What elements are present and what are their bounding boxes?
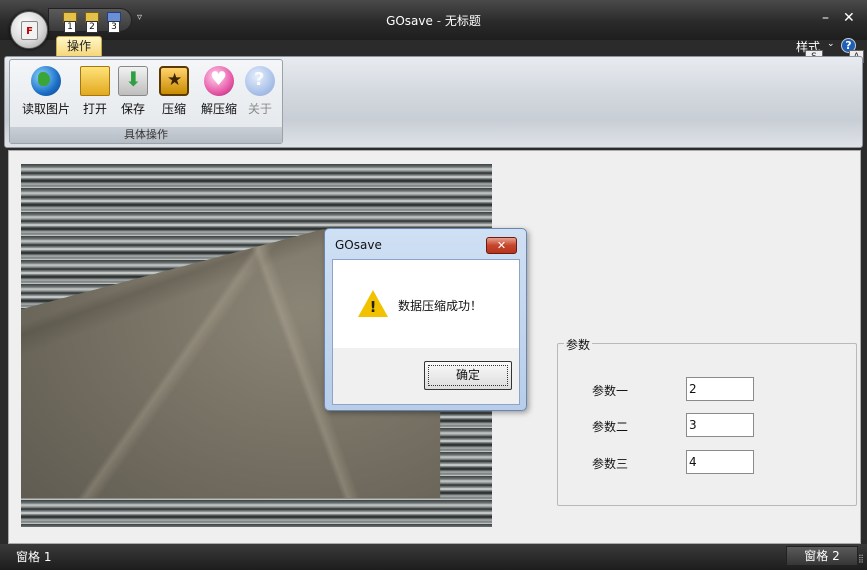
param-3-input[interactable]: [686, 450, 754, 474]
decompress-button[interactable]: 解压缩: [194, 64, 244, 122]
folder-open-icon: [80, 66, 110, 96]
close-window-button[interactable]: ✕: [843, 10, 855, 26]
compress-button[interactable]: 压缩: [155, 64, 193, 122]
status-pane-1: 窗格 1: [16, 550, 52, 564]
param-label: 参数二: [592, 420, 629, 434]
warning-glyph: !: [369, 298, 377, 316]
minimize-button[interactable]: –: [822, 10, 829, 26]
window-title: GOsave - 无标题: [0, 12, 867, 29]
params-groupbox: 参数 参数一 参数二 参数三: [557, 336, 857, 506]
button-label: 解压缩: [200, 102, 237, 116]
title-separator: -: [436, 14, 442, 28]
load-image-button[interactable]: 读取图片: [13, 64, 79, 122]
warning-icon: !: [358, 290, 388, 318]
save-button[interactable]: 保存: [114, 64, 152, 122]
dialog-title: GOsave: [335, 238, 382, 252]
button-label: 保存: [120, 102, 145, 116]
ribbon-group-operations: 读取图片 打开 保存 压缩 解压缩 关于 具体操作: [9, 59, 283, 144]
ok-button[interactable]: 确定: [424, 361, 512, 390]
tab-operations[interactable]: 操作: [56, 36, 102, 56]
resize-grip-icon[interactable]: ⣿: [858, 554, 864, 563]
chevron-down-icon[interactable]: ⌄: [827, 39, 835, 49]
button-label: 压缩: [161, 102, 186, 116]
title-bar: 1 2 3 ▿ GOsave - 无标题 – ✕: [0, 0, 867, 40]
status-bar: 窗格 1 窗格 2 ⣿: [0, 544, 867, 570]
about-button: 关于: [240, 64, 280, 122]
button-label: 关于: [247, 102, 272, 116]
ribbon: 读取图片 打开 保存 压缩 解压缩 关于 具体操作: [4, 56, 863, 148]
app-name: GOsave: [386, 14, 433, 28]
app-menu-icon: F: [21, 21, 38, 40]
decompress-heart-icon: [204, 66, 234, 96]
button-label: 打开: [82, 102, 107, 116]
compress-star-icon: [159, 66, 189, 96]
dialog-message: 数据压缩成功！: [398, 299, 483, 313]
help-about-icon: [245, 66, 275, 96]
param-1-input[interactable]: [686, 377, 754, 401]
dialog-body: ! 数据压缩成功！ 确定: [332, 259, 520, 405]
param-label: 参数一: [592, 384, 629, 398]
param-2-input[interactable]: [686, 413, 754, 437]
ribbon-group-label: 具体操作: [10, 127, 282, 143]
button-label: 读取图片: [21, 102, 70, 116]
application-button[interactable]: F: [10, 11, 48, 49]
param-label: 参数三: [592, 457, 629, 471]
save-download-icon: [118, 66, 148, 96]
params-title: 参数: [564, 336, 593, 353]
status-pane-2: 窗格 2: [786, 546, 858, 566]
document-title: 无标题: [444, 14, 481, 28]
dialog-close-button[interactable]: ✕: [486, 237, 517, 254]
open-button[interactable]: 打开: [76, 64, 114, 122]
message-dialog: GOsave ✕ ! 数据压缩成功！ 确定: [324, 228, 527, 411]
globe-icon: [31, 66, 61, 96]
